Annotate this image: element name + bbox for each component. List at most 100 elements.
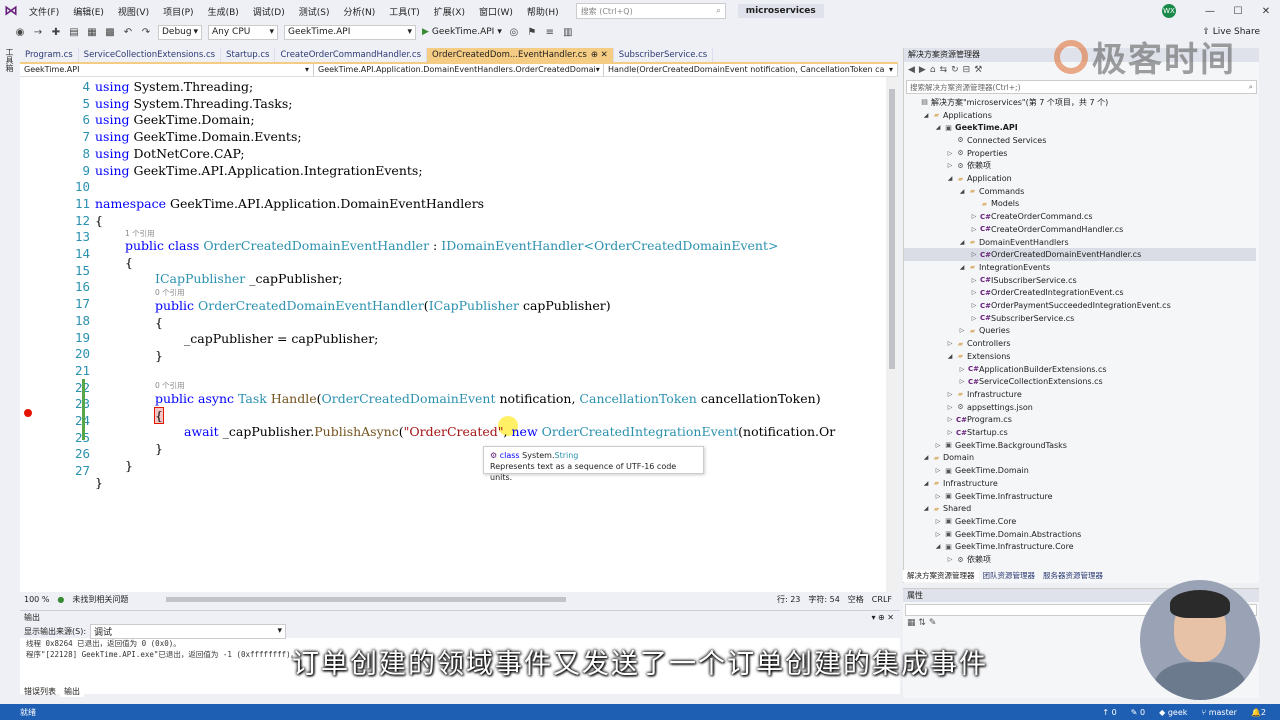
save-all-icon[interactable]: ▩ <box>104 27 116 38</box>
collapse-icon[interactable]: ⊟ <box>963 65 971 75</box>
menu-item[interactable]: 编辑(E) <box>66 5 111 18</box>
status-repo[interactable]: ◆ geek <box>1159 708 1187 717</box>
issues-status[interactable]: 未找到相关问题 <box>72 594 128 605</box>
tree-item[interactable]: ▷ ⚙ 依赖项 <box>946 160 991 173</box>
status-notifications[interactable]: 🔔2 <box>1251 708 1266 717</box>
toolbox-tab[interactable]: 工具箱 <box>4 48 15 72</box>
tree-item[interactable]: ◢ ▰ Infrastructure <box>922 477 998 490</box>
codelens-ctor-refs[interactable]: 0 个引用 <box>155 287 185 298</box>
forward-icon[interactable]: ▶ <box>919 65 926 75</box>
menu-item[interactable]: 窗口(W) <box>472 5 520 18</box>
tree-item[interactable]: ◢ ▰ DomainEventHandlers <box>958 236 1069 249</box>
tab-active-document[interactable]: OrderCreatedDom...EventHandler.cs ⊕ ✕ <box>427 48 614 62</box>
pane-controls-icon[interactable]: ▾ ⊕ ✕ <box>871 611 894 624</box>
tree-item[interactable]: ▷ ▰ Infrastructure <box>946 388 1022 401</box>
code-line-13[interactable]: public class OrderCreatedDomainEventHand… <box>125 238 778 253</box>
camera-icon[interactable]: ◎ <box>508 27 520 38</box>
code-line-19[interactable]: } <box>155 348 163 363</box>
code-line-21[interactable]: public async Task Handle(OrderCreatedDom… <box>155 391 821 406</box>
tree-item[interactable]: ◢ ▣ GeekTime.API <box>934 121 1018 134</box>
alphabetical-icon[interactable]: ⇅ <box>918 618 926 628</box>
expander-icon[interactable]: ▷ <box>934 467 942 474</box>
tab-output[interactable]: 输出 <box>60 686 84 697</box>
run-button[interactable]: ▶ GeekTime.API ▾ <box>422 27 502 37</box>
tab-error-list[interactable]: 错误列表 <box>20 686 60 697</box>
member-nav-dropdown[interactable]: Handle(OrderCreatedDomainEvent notificat… <box>604 64 898 76</box>
breakpoint-icon[interactable] <box>24 409 32 417</box>
tree-item[interactable]: ▷ ⚙ Properties <box>946 147 1008 160</box>
tree-item[interactable]: ▷ C# ISubscriberService.cs <box>970 274 1077 287</box>
home-icon[interactable]: ⌂ <box>930 65 936 75</box>
tree-item[interactable]: ▷ ⚙ 依赖项 <box>946 553 991 566</box>
tree-item[interactable]: ◢ ▰ Shared <box>922 502 971 515</box>
tree-item[interactable]: ◢ ▰ IntegrationEvents <box>958 261 1050 274</box>
save-icon[interactable]: ▦ <box>86 27 98 38</box>
sync-icon[interactable]: ⇆ <box>940 65 948 75</box>
output-source-dropdown[interactable]: 调试 ▾ <box>90 623 287 639</box>
expander-icon[interactable]: ▷ <box>970 226 978 233</box>
menu-item[interactable]: 项目(P) <box>156 5 200 18</box>
menu-item[interactable]: 视图(V) <box>111 5 156 18</box>
expander-icon[interactable]: ▷ <box>946 162 954 169</box>
maximize-icon[interactable]: ☐ <box>1224 6 1252 17</box>
tab-document[interactable]: ServiceCollectionExtensions.cs <box>79 48 222 62</box>
expander-icon[interactable]: ◢ <box>922 505 930 512</box>
menu-item[interactable]: 生成(B) <box>201 5 246 18</box>
forward-icon[interactable]: → <box>32 27 44 38</box>
expander-icon[interactable]: ◢ <box>922 454 930 461</box>
code-line-18[interactable]: _capPublisher = capPublisher; <box>184 331 378 346</box>
expander-icon[interactable]: ▷ <box>958 327 966 334</box>
code-line-12[interactable]: { <box>95 213 103 228</box>
expander-icon[interactable]: ▷ <box>946 429 954 436</box>
menu-item[interactable]: 工具(T) <box>382 5 427 18</box>
code-line-16[interactable]: public OrderCreatedDomainEventHandler(IC… <box>155 298 611 313</box>
tree-item[interactable]: ▷ C# Program.cs <box>946 414 1012 427</box>
expander-icon[interactable]: ◢ <box>958 264 966 271</box>
tree-item[interactable]: ▷ C# CreateOrderCommand.cs <box>970 210 1093 223</box>
expander-icon[interactable]: ◢ <box>922 112 930 119</box>
expander-icon[interactable]: ▷ <box>958 366 966 373</box>
menu-item[interactable]: 扩展(X) <box>427 5 472 18</box>
code-line-11[interactable]: namespace GeekTime.API.Application.Domai… <box>95 196 484 211</box>
tree-item[interactable]: ▷ ▣ GeekTime.Domain.Abstractions <box>934 528 1082 541</box>
tree-item[interactable]: ▷ C# ApplicationBuilderExtensions.cs <box>958 363 1107 376</box>
menu-item[interactable]: 文件(F) <box>22 5 66 18</box>
undo-icon[interactable]: ↶ <box>122 27 134 38</box>
redo-icon[interactable]: ↷ <box>140 27 152 38</box>
tree-item[interactable]: ▷ C# SubscriberService.cs <box>970 312 1075 325</box>
tree-item[interactable]: ◢ ▰ Application <box>946 172 1012 185</box>
code-line-17[interactable]: { <box>155 315 163 330</box>
tab-team-explorer[interactable]: 团队资源管理器 <box>979 570 1040 582</box>
startup-project-dropdown[interactable]: GeekTime.API ▾ <box>284 24 416 40</box>
tree-item[interactable]: ◢ ▰ Domain <box>922 452 974 465</box>
expander-icon[interactable]: ▷ <box>946 391 954 398</box>
horizontal-scrollbar[interactable] <box>166 596 567 602</box>
tree-item[interactable]: ▷ C# ServiceCollectionExtensions.cs <box>958 375 1103 388</box>
tree-item[interactable]: ▷ ⚙ appsettings.json <box>946 401 1033 414</box>
tree-item[interactable]: ▷ C# OrderCreatedDomainEventHandler.cs <box>904 248 1256 262</box>
project-nav-dropdown[interactable]: GeekTime.API ▾ <box>20 64 314 76</box>
status-warnings[interactable]: ✎ 0 <box>1131 708 1145 717</box>
wrench-icon[interactable]: ✎ <box>929 618 937 628</box>
expander-icon[interactable]: ▷ <box>958 378 966 385</box>
bookmark-icon[interactable]: ⚑ <box>526 27 538 38</box>
tree-item[interactable]: ▷ ▣ GeekTime.BackgroundTasks <box>934 439 1067 452</box>
tree-item[interactable]: ▷ ▰ Controllers <box>946 337 1011 350</box>
expander-icon[interactable]: ▷ <box>934 531 942 538</box>
code-line-9[interactable]: using GeekTime.API.Application.Integrati… <box>95 163 423 178</box>
tree-item[interactable]: ▷ C# OrderPaymentSucceededIntegrationEvent… <box>970 299 1171 312</box>
zoom-level[interactable]: 100 % <box>24 595 49 604</box>
tree-item[interactable]: ▷ C# OrderCreatedIntegrationEvent.cs <box>970 287 1124 300</box>
open-icon[interactable]: ▤ <box>68 27 80 38</box>
code-line-6[interactable]: using GeekTime.Domain; <box>95 112 255 127</box>
code-line-7[interactable]: using GeekTime.Domain.Events; <box>95 129 302 144</box>
close-icon[interactable]: ✕ <box>1252 6 1280 17</box>
tab-server-explorer[interactable]: 服务器资源管理器 <box>1039 570 1107 582</box>
expander-icon[interactable]: ▷ <box>946 404 954 411</box>
minimize-icon[interactable]: — <box>1196 6 1224 17</box>
menu-item[interactable]: 分析(N) <box>336 5 382 18</box>
code-line-25[interactable]: } <box>125 458 133 473</box>
expander-icon[interactable]: ▷ <box>970 289 978 296</box>
expander-icon[interactable]: ▷ <box>946 340 954 347</box>
codelens-method-refs[interactable]: 0 个引用 <box>155 380 185 391</box>
